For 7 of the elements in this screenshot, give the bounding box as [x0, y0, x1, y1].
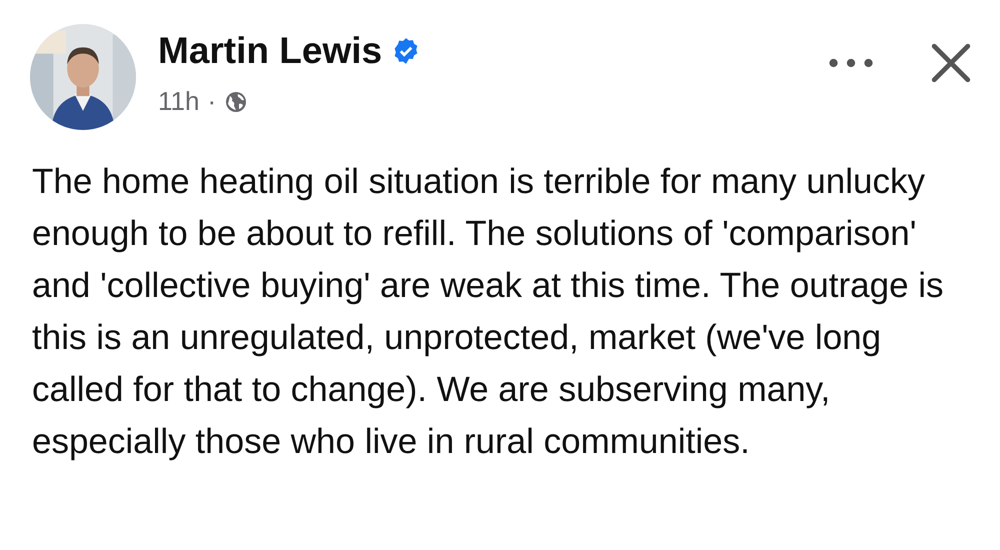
more-options-icon[interactable] [828, 57, 874, 69]
post-time[interactable]: 11h [158, 86, 200, 117]
post-text: The home heating oil situation is terrible for many unlucky enough to be about to refill. The solutions of 'comparison' and 'collective buying' are weak at this time. The outrage is this is an unregulated, unprotected, market (we've long called for that to change). We are subserving many, especially those who live in rural communities. [32, 161, 945, 463]
separator-dot: · [207, 86, 216, 117]
close-icon[interactable] [930, 42, 972, 84]
author-name[interactable]: Martin Lewis [158, 30, 382, 72]
globe-icon[interactable] [224, 90, 248, 114]
